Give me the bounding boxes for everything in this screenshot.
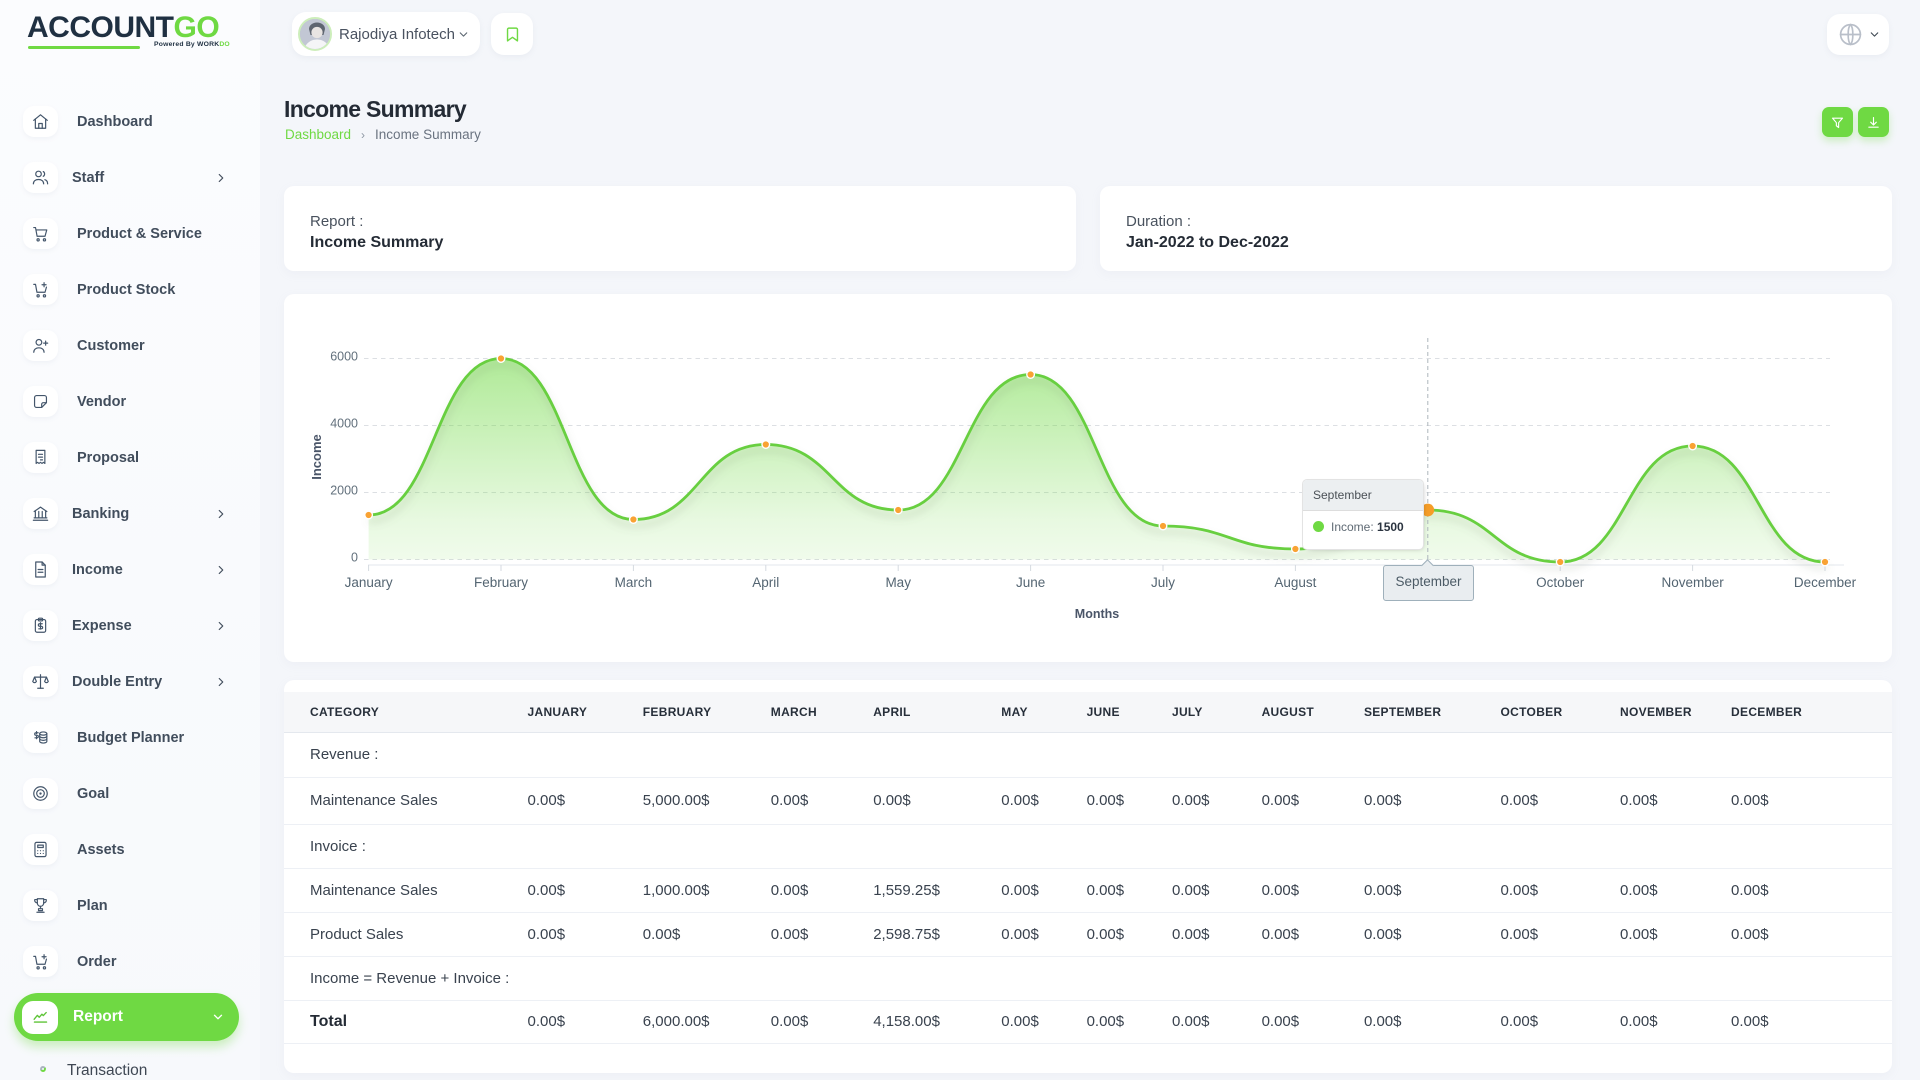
svg-text:March: March: [615, 575, 653, 590]
svg-text:0: 0: [351, 551, 358, 565]
svg-text:4000: 4000: [330, 417, 358, 431]
svg-text:Months: Months: [1075, 607, 1119, 621]
svg-text:November: November: [1661, 575, 1724, 590]
svg-text:6000: 6000: [330, 350, 358, 364]
svg-text:January: January: [345, 575, 393, 590]
svg-text:April: April: [752, 575, 779, 590]
svg-text:Income: Income: [309, 434, 324, 480]
svg-text:May: May: [885, 575, 911, 590]
svg-text:February: February: [474, 575, 528, 590]
svg-text:October: October: [1536, 575, 1585, 590]
svg-text:December: December: [1794, 575, 1857, 590]
svg-text:June: June: [1016, 575, 1045, 590]
svg-text:July: July: [1151, 575, 1175, 590]
svg-text:2000: 2000: [330, 484, 358, 498]
svg-text:August: August: [1274, 575, 1316, 590]
